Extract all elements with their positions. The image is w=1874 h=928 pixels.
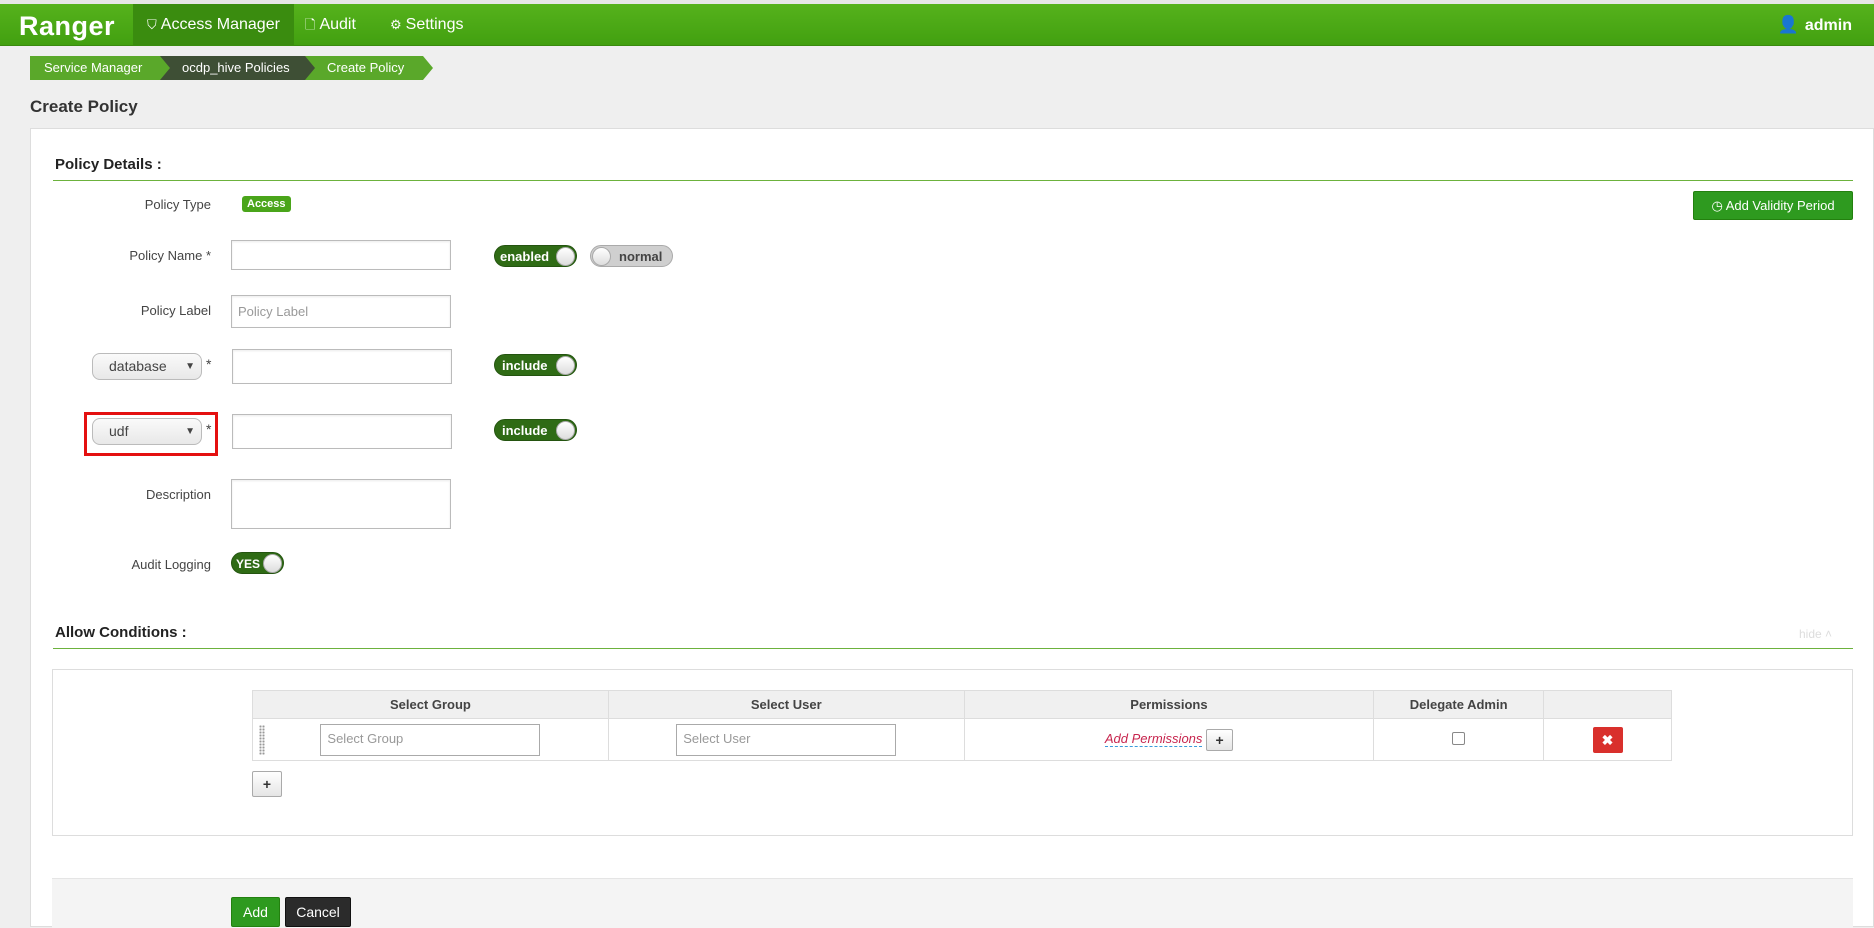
policy-name-label: Policy Name * (129, 248, 211, 263)
resource-type-value: database (109, 358, 167, 374)
nav-audit[interactable]: 🗋 Audit (291, 4, 370, 46)
add-validity-period-button[interactable]: ◷ Add Validity Period (1693, 191, 1853, 220)
include-toggle-label: include (502, 423, 548, 438)
enabled-toggle[interactable]: enabled (494, 245, 577, 267)
nav-settings[interactable]: ⚙ Settings (376, 4, 477, 46)
nav-access-manager[interactable]: ⛉ Access Manager (133, 4, 294, 46)
required-marker: * (206, 356, 212, 372)
breadcrumb-service-manager[interactable]: Service Manager (30, 56, 170, 80)
col-select-user: Select User (607, 690, 965, 719)
policy-type-badge: Access (242, 196, 291, 212)
select-user-input[interactable]: Select User (676, 723, 897, 756)
caret-down-icon: ▼ (185, 361, 195, 372)
policy-form-panel: Policy Details : Policy Type Access ◷ Ad… (30, 128, 1874, 928)
policy-label-input[interactable]: Policy Label (231, 295, 451, 328)
chevron-up-icon: ˄ (1825, 627, 1833, 641)
actions-cell: ✖ (1543, 718, 1672, 761)
hide-allow-conditions-link[interactable]: hide ˄ (1799, 627, 1832, 641)
add-button[interactable]: Add (231, 897, 280, 927)
resource-type-select-database[interactable]: database ▼ (92, 353, 202, 380)
required-marker: * (206, 421, 212, 437)
section-divider (53, 180, 1853, 181)
include-toggle-label: include (502, 358, 548, 373)
resource-type-select-udf[interactable]: udf ▼ (92, 418, 202, 445)
col-actions (1543, 690, 1672, 719)
user-menu[interactable]: 👤 admin (1778, 4, 1852, 46)
toggle-knob (263, 554, 282, 573)
normal-toggle-label: normal (619, 249, 663, 264)
toggle-knob (556, 421, 575, 440)
page-title: Create Policy (30, 97, 138, 116)
breadcrumb-create-policy: Create Policy (305, 56, 433, 80)
add-row-button[interactable]: + (252, 771, 282, 797)
policy-name-input[interactable] (231, 240, 451, 270)
description-textarea[interactable] (231, 479, 451, 529)
clock-icon: ◷ (1711, 198, 1723, 213)
audit-logging-toggle[interactable]: YES (231, 552, 284, 574)
add-validity-period-label: Add Validity Period (1725, 198, 1835, 213)
table-row: Select Group Select User Add Permissions… (252, 718, 1672, 761)
cancel-button[interactable]: Cancel (285, 897, 351, 927)
delegate-admin-cell (1373, 718, 1545, 761)
add-permissions-link[interactable]: Add Permissions (1104, 730, 1203, 747)
section-divider (53, 648, 1853, 649)
ranger-logo[interactable]: Ranger (19, 11, 115, 42)
user-name: admin (1804, 17, 1852, 34)
col-delegate-admin: Delegate Admin (1373, 690, 1545, 719)
top-navbar: Ranger ⛉ Access Manager 🗋 Audit ⚙ Settings … (0, 0, 1874, 46)
delete-row-button[interactable]: ✖ (1592, 726, 1623, 753)
database-value-input[interactable] (232, 349, 452, 384)
table-header-row: Select Group Select User Permissions Del… (252, 690, 1672, 719)
gear-icon: ⚙ (390, 17, 402, 32)
allow-conditions-title: Allow Conditions : (55, 624, 187, 641)
select-group-input[interactable]: Select Group (320, 723, 541, 756)
user-icon: 👤 (1777, 15, 1799, 34)
policy-label-label: Policy Label (140, 303, 211, 318)
drag-handle-icon[interactable] (259, 725, 265, 755)
permissions-table: Select Group Select User Permissions Del… (252, 690, 1672, 761)
toggle-knob (592, 247, 611, 266)
udf-include-toggle[interactable]: include (494, 419, 577, 441)
file-icon: 🗋 (305, 17, 316, 32)
policy-type-label: Policy Type (144, 197, 211, 212)
col-permissions: Permissions (963, 690, 1375, 719)
policy-details-title: Policy Details : (55, 156, 162, 173)
database-include-toggle[interactable]: include (494, 354, 577, 376)
nav-access-manager-label: Access Manager (160, 16, 280, 33)
nav-settings-label: Settings (405, 16, 464, 33)
udf-value-input[interactable] (232, 414, 452, 449)
group-cell: Select Group (252, 718, 609, 761)
audit-logging-label: Audit Logging (131, 557, 211, 572)
delegate-admin-checkbox[interactable] (1452, 731, 1466, 745)
audit-logging-toggle-label: YES (236, 557, 261, 571)
enabled-toggle-label: enabled (500, 249, 550, 264)
shield-icon: ⛉ (147, 17, 157, 32)
resource-type-value: udf (109, 423, 129, 439)
description-label: Description (145, 487, 211, 502)
permissions-cell: Add Permissions + (963, 718, 1375, 761)
caret-down-icon: ▼ (185, 426, 195, 437)
toggle-knob (556, 356, 575, 375)
add-permissions-button[interactable]: + (1206, 728, 1234, 751)
breadcrumb-policies[interactable]: ocdp_hive Policies (160, 56, 315, 80)
user-cell: Select User (607, 718, 965, 761)
col-select-group: Select Group (252, 690, 609, 719)
nav-audit-label: Audit (319, 16, 356, 33)
toggle-knob (556, 247, 575, 266)
hide-link-label: hide (1799, 627, 1822, 641)
normal-toggle[interactable]: normal (590, 245, 673, 267)
